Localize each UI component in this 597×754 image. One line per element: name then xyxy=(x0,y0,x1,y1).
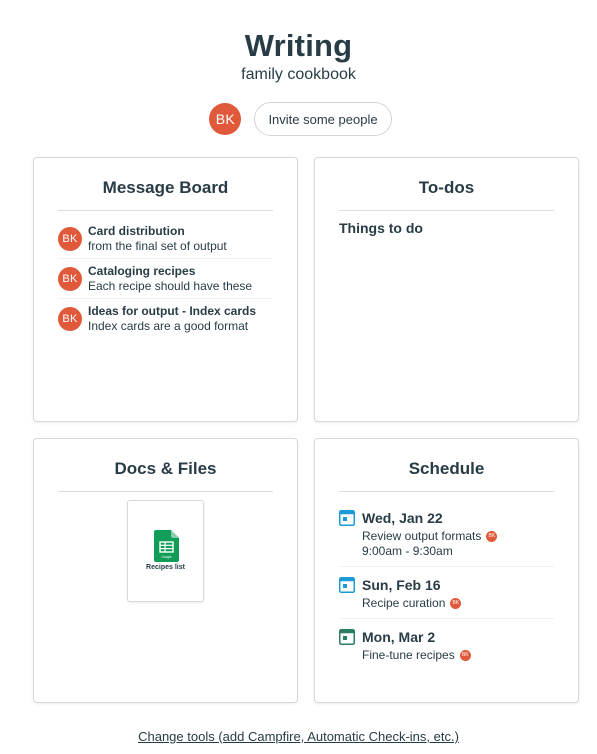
schedule-title[interactable]: Schedule xyxy=(339,459,554,492)
event-date: Sun, Feb 16 xyxy=(362,577,441,593)
todos-card[interactable]: To-dos Things to do xyxy=(314,157,579,422)
event-time: 9:00am - 9:30am xyxy=(362,544,453,558)
message-board-card[interactable]: Message Board BK Card distribution from … xyxy=(33,157,298,422)
schedule-event[interactable]: Mon, Mar 2 Fine-tune recipes BK xyxy=(339,619,554,670)
todo-list-link[interactable]: Things to do xyxy=(339,220,554,236)
schedule-card[interactable]: Schedule Wed, Jan 22 Review output forma… xyxy=(314,438,579,703)
event-title: Review output formats xyxy=(362,529,482,543)
document-thumbnail[interactable]: Google Recipes list xyxy=(127,500,204,602)
message-title: Ideas for output - Index cards xyxy=(88,304,257,318)
people-row: BK Invite some people xyxy=(0,102,597,136)
message-excerpt: Index cards are a good format xyxy=(88,319,249,333)
message-board-title[interactable]: Message Board xyxy=(58,178,273,211)
event-date: Wed, Jan 22 xyxy=(362,510,443,526)
event-title: Fine-tune recipes xyxy=(362,648,455,662)
event-date: Mon, Mar 2 xyxy=(362,629,436,645)
invite-people-button[interactable]: Invite some people xyxy=(254,102,392,136)
project-description: family cookbook xyxy=(241,66,356,83)
message-excerpt: from the final set of output xyxy=(88,239,227,253)
google-sheets-icon: Google xyxy=(154,530,179,562)
message-item[interactable]: BK Ideas for output - Index cards Index … xyxy=(58,299,273,338)
todos-title[interactable]: To-dos xyxy=(339,178,554,211)
message-list: BK Card distribution from the final set … xyxy=(58,219,273,338)
message-title: Cataloging recipes xyxy=(88,264,196,278)
calendar-green-icon xyxy=(339,629,355,645)
document-name: Recipes list xyxy=(146,564,185,571)
schedule-list: Wed, Jan 22 Review output formats BK 9:00… xyxy=(339,500,554,670)
change-tools-link[interactable]: Change tools (add Campfire, Automatic Ch… xyxy=(0,729,597,744)
avatar: BK xyxy=(486,530,498,542)
schedule-event[interactable]: Wed, Jan 22 Review output formats BK 9:00… xyxy=(339,500,554,567)
avatar: BK xyxy=(58,267,82,291)
avatar: BK xyxy=(459,649,471,661)
schedule-event[interactable]: Sun, Feb 16 Recipe curation BK xyxy=(339,567,554,619)
message-excerpt: Each recipe should have these xyxy=(88,279,253,293)
event-title: Recipe curation xyxy=(362,596,446,610)
avatar: BK xyxy=(58,307,82,331)
avatar: BK xyxy=(450,597,462,609)
calendar-blue-icon xyxy=(339,577,355,593)
avatar[interactable]: BK xyxy=(209,103,242,135)
project-title: Writing xyxy=(244,28,353,63)
calendar-blue-icon xyxy=(339,510,355,526)
message-item[interactable]: BK Card distribution from the final set … xyxy=(58,219,273,259)
docs-files-title[interactable]: Docs & Files xyxy=(58,459,273,492)
message-title: Card distribution xyxy=(88,224,185,238)
message-item[interactable]: BK Cataloging recipes Each recipe should… xyxy=(58,259,273,299)
google-icon-label: Google xyxy=(161,555,172,559)
docs-files-card[interactable]: Docs & Files Google Recipes list xyxy=(33,438,298,703)
avatar: BK xyxy=(58,227,82,251)
